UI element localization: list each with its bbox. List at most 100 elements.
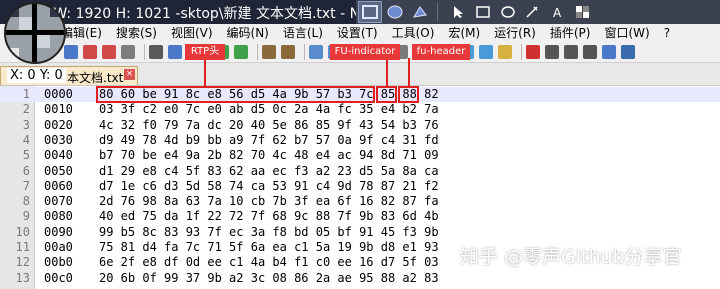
save-macro-icon[interactable]	[602, 44, 616, 59]
menu-tools[interactable]: 工具(O)	[385, 24, 442, 41]
save-all-icon[interactable]	[64, 44, 78, 59]
cut-icon[interactable]	[149, 44, 163, 59]
zoom-in-icon[interactable]	[309, 44, 323, 59]
freeform-select-icon[interactable]	[409, 2, 431, 22]
table-row[interactable]: 5 0040 b7 70 be e4 9a 2b 82 70 4c 48 e4 ac…	[0, 148, 720, 163]
line-number: 8	[22, 194, 30, 209]
hex-view-icon[interactable]	[621, 44, 635, 59]
folder-workspace-icon[interactable]	[498, 44, 512, 59]
line-number: 6	[22, 163, 30, 178]
line-number: 10	[15, 224, 30, 239]
hex-bytes[interactable]: 4c 32 f0 79 7a dc 20 40 5e 86 85 9f 43 5…	[99, 118, 439, 133]
fu-header-callout: fu-header	[412, 44, 470, 60]
find-icon[interactable]	[262, 44, 276, 59]
row-offset: 00b0	[44, 255, 73, 270]
window-title: 0 W: 1920 H: 1021 -sktop\新建 文本文档.txt - N…	[40, 6, 375, 22]
menu-help[interactable]: ?	[657, 26, 677, 40]
line-number: 4	[22, 132, 30, 147]
fu-indicator-callout: FU-indicator	[330, 44, 400, 60]
row-offset: 0000	[44, 87, 73, 101]
hex-bytes[interactable]: 99 b5 8c 83 93 7f ec 3a f8 bd 05 bf 91 4…	[99, 225, 439, 240]
run-macro-multiple-icon[interactable]	[583, 44, 597, 59]
replace-icon[interactable]	[281, 44, 295, 59]
tab-document[interactable]: X: 0 Y: 0 本文档.txt ×	[0, 66, 138, 85]
line-number: 1	[22, 87, 30, 101]
toolbar-separator	[521, 43, 522, 60]
pen-icon[interactable]	[522, 2, 544, 22]
tab-label: 本文档.txt	[67, 71, 124, 85]
table-row[interactable]: 13 00c0 20 6b 0f 99 37 9b a2 3c 08 86 2a a…	[0, 271, 720, 286]
toolbar-separator	[437, 3, 438, 21]
row-offset: 0070	[44, 194, 73, 209]
fu-indicator-box	[376, 86, 397, 103]
hex-bytes[interactable]: 40 ed 75 da 1f 22 72 7f 68 9c 88 7f 9b 8…	[99, 209, 439, 224]
magnifier-loupe	[4, 2, 66, 64]
hex-bytes[interactable]: d7 1e c6 d3 5d 58 74 ca 53 91 c4 9d 78 8…	[99, 179, 439, 194]
row-offset: 0090	[44, 224, 73, 239]
table-row[interactable]: 3 0020 4c 32 f0 79 7a dc 20 40 5e 86 85 9f…	[0, 118, 720, 133]
menu-view[interactable]: 视图(V)	[164, 24, 220, 41]
table-row[interactable]: 2 0010 03 3f c2 e0 7c e0 ab d5 0c 2a 4a fc…	[0, 102, 720, 117]
hex-bytes[interactable]: 20 6b 0f 99 37 9b a2 3c 08 86 2a ae 95 8…	[99, 271, 439, 286]
menu-search[interactable]: 搜索(S)	[109, 24, 164, 41]
row-offset: 0020	[44, 117, 73, 132]
play-macro-icon[interactable]	[564, 44, 578, 59]
table-row[interactable]: 6 0050 d1 29 e8 c4 5f 83 62 aa ec f3 a2 23…	[0, 164, 720, 179]
line-number: 2	[22, 102, 30, 117]
close-all-icon[interactable]	[102, 44, 116, 59]
hex-bytes[interactable]: 6e 2f e8 df 0d ee c1 4a b4 f1 c0 ee 16 d…	[99, 255, 439, 270]
print-icon[interactable]	[121, 44, 135, 59]
table-row[interactable]: 8 0070 2d 76 98 8a 63 7a 10 cb 7b 3f ea 6f…	[0, 194, 720, 209]
line-number: 5	[22, 148, 30, 163]
table-row[interactable]: 10 0090 99 b5 8c 83 93 7f ec 3a f8 bd 05 b…	[0, 225, 720, 240]
watermark: 知乎 @零声Github分享官	[460, 246, 682, 268]
row-offset: 0030	[44, 132, 73, 147]
menu-window[interactable]: 窗口(W)	[597, 24, 656, 41]
row-offset: 0010	[44, 102, 73, 117]
redo-icon[interactable]	[234, 44, 248, 59]
hex-bytes[interactable]: 2d 76 98 8a 63 7a 10 cb 7b 3f ea 6f 16 8…	[99, 194, 439, 209]
table-row[interactable]: 4 0030 d9 49 78 4d b9 bb a9 7f 62 b7 57 0a…	[0, 133, 720, 148]
table-row[interactable]: 9 0080 40 ed 75 da 1f 22 72 7f 68 9c 88 7f…	[0, 209, 720, 224]
ellipse-icon[interactable]	[497, 2, 519, 22]
hex-bytes[interactable]: d9 49 78 4d b9 bb a9 7f 62 b7 57 0a 9f c…	[99, 133, 439, 148]
line-number: 11	[15, 240, 30, 254]
menu-macro[interactable]: 宏(M)	[441, 24, 487, 41]
stop-macro-icon[interactable]	[545, 44, 559, 59]
line-number: 7	[22, 178, 30, 193]
record-macro-icon[interactable]	[526, 44, 540, 59]
row-offset: 0040	[44, 148, 73, 163]
row-offset: 00c0	[44, 270, 73, 285]
menu-encoding[interactable]: 编码(N)	[220, 24, 276, 41]
row-offset: 0060	[44, 178, 73, 193]
line-number: 9	[22, 209, 30, 224]
hex-bytes[interactable]: b7 70 be e4 9a 2b 82 70 4c 48 e4 ac 94 8…	[99, 148, 439, 163]
ellipse-select-icon[interactable]	[384, 2, 406, 22]
close-tab-icon[interactable]: ×	[124, 69, 135, 80]
text-icon[interactable]: A	[547, 2, 569, 22]
menu-language[interactable]: 语言(L)	[276, 24, 330, 41]
function-list-icon[interactable]	[479, 44, 493, 59]
menu-settings[interactable]: 设置(T)	[330, 24, 385, 41]
menu-bar: 编辑(E) 搜索(S) 视图(V) 编码(N) 语言(L) 设置(T) 工具(O…	[0, 24, 720, 41]
menu-run[interactable]: 运行(R)	[487, 24, 543, 41]
screenshot-toolbar: A	[356, 0, 720, 24]
rect-select-icon[interactable]	[358, 1, 382, 23]
table-row[interactable]: 7 0060 d7 1e c6 d3 5d 58 74 ca 53 91 c4 9d…	[0, 179, 720, 194]
copy-icon[interactable]	[168, 44, 182, 59]
rtp-callout: RTP头	[185, 44, 225, 60]
hex-bytes[interactable]: 75 81 d4 fa 7c 71 5f 6a ea c1 5a 19 9b d…	[99, 240, 439, 255]
fu-indicator-connector	[386, 58, 388, 86]
rectangle-icon[interactable]	[472, 2, 494, 22]
toolbar-separator	[144, 43, 145, 60]
pointer-icon[interactable]	[447, 2, 469, 22]
mosaic-icon[interactable]	[572, 2, 594, 22]
close-file-icon[interactable]	[83, 44, 97, 59]
line-number: 3	[22, 117, 30, 132]
hex-bytes[interactable]: 03 3f c2 e0 7c e0 ab d5 0c 2a 4a fc 35 e…	[99, 102, 439, 117]
hex-bytes[interactable]: d1 29 e8 c4 5f 83 62 aa ec f3 a2 23 d5 5…	[99, 164, 439, 179]
menu-plugins[interactable]: 插件(P)	[543, 24, 598, 41]
fu-header-connector	[408, 58, 410, 86]
toolbar-separator	[304, 43, 305, 60]
toolbar-separator	[257, 43, 258, 60]
